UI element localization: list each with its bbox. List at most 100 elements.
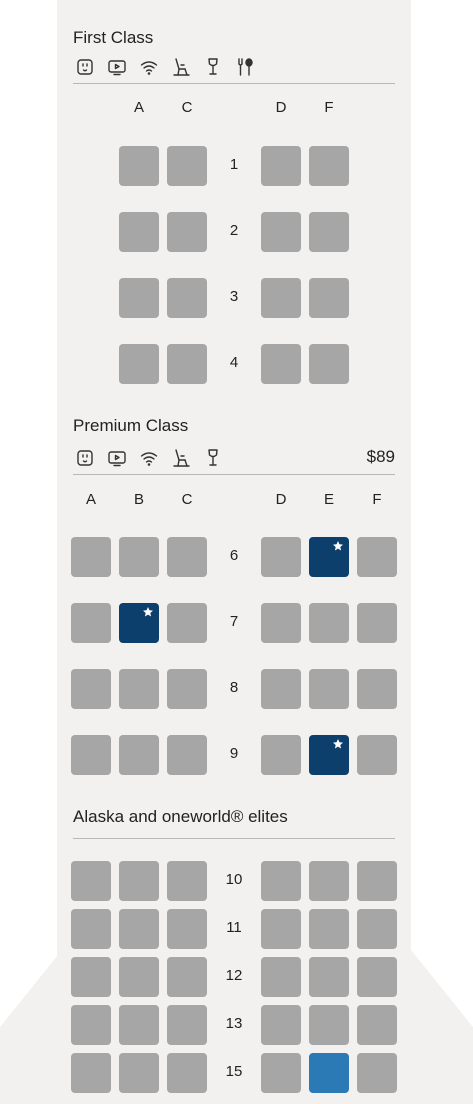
recline-seat-icon (170, 56, 192, 78)
seat-7d[interactable] (261, 603, 301, 643)
seat-11f[interactable] (357, 909, 397, 949)
tv-icon (106, 447, 128, 469)
seat-11b[interactable] (119, 909, 159, 949)
column-label-d: D (275, 491, 287, 508)
seat-12f[interactable] (357, 957, 397, 997)
seat-13d[interactable] (261, 1005, 301, 1045)
seat-1f[interactable] (309, 146, 349, 186)
seat-15d[interactable] (261, 1053, 301, 1093)
seat-15a[interactable] (71, 1053, 111, 1093)
seat-10b[interactable] (119, 861, 159, 901)
column-label-e: E (323, 491, 334, 508)
seat-10e[interactable] (309, 861, 349, 901)
right-wing (411, 950, 473, 1104)
seat-12c[interactable] (167, 957, 207, 997)
seat-6c[interactable] (167, 537, 207, 577)
seat-2a[interactable] (119, 212, 159, 252)
seat-4c[interactable] (167, 344, 207, 384)
seat-4f[interactable] (309, 344, 349, 384)
wifi-icon (138, 447, 160, 469)
seat-9b[interactable] (119, 735, 159, 775)
seat-3c[interactable] (167, 278, 207, 318)
row-number-10: 10 (225, 871, 243, 888)
seat-8b[interactable] (119, 669, 159, 709)
seat-10f[interactable] (357, 861, 397, 901)
seat-2c[interactable] (167, 212, 207, 252)
column-label-f: F (372, 491, 382, 508)
seat-6f[interactable] (357, 537, 397, 577)
seat-9d[interactable] (261, 735, 301, 775)
seat-9a[interactable] (71, 735, 111, 775)
seat-6e[interactable] (309, 537, 349, 577)
row-number-11: 11 (226, 919, 242, 936)
seat-8f[interactable] (357, 669, 397, 709)
seat-12b[interactable] (119, 957, 159, 997)
seat-2d[interactable] (261, 212, 301, 252)
seat-13b[interactable] (119, 1005, 159, 1045)
seat-15b[interactable] (119, 1053, 159, 1093)
seat-11d[interactable] (261, 909, 301, 949)
seat-11c[interactable] (167, 909, 207, 949)
seat-7e[interactable] (309, 603, 349, 643)
seat-10c[interactable] (167, 861, 207, 901)
seat-6d[interactable] (261, 537, 301, 577)
seat-6a[interactable] (71, 537, 111, 577)
row-number-8: 8 (229, 679, 239, 696)
star-icon (333, 541, 343, 551)
column-label-f: F (324, 99, 334, 116)
seat-8d[interactable] (261, 669, 301, 709)
seat-9c[interactable] (167, 735, 207, 775)
seat-2f[interactable] (309, 212, 349, 252)
seat-10a[interactable] (71, 861, 111, 901)
seat-7a[interactable] (71, 603, 111, 643)
row-number-13: 13 (225, 1015, 243, 1032)
seat-8c[interactable] (167, 669, 207, 709)
seat-6b[interactable] (119, 537, 159, 577)
star-icon (333, 739, 343, 749)
seat-10d[interactable] (261, 861, 301, 901)
drink-icon (202, 447, 224, 469)
seat-9e[interactable] (309, 735, 349, 775)
recline-seat-icon (170, 447, 192, 469)
seat-12d[interactable] (261, 957, 301, 997)
drink-icon (202, 56, 224, 78)
seat-8e[interactable] (309, 669, 349, 709)
seat-4d[interactable] (261, 344, 301, 384)
first-class-divider (73, 83, 395, 84)
seat-4a[interactable] (119, 344, 159, 384)
column-label-d: D (275, 99, 287, 116)
column-label-b: B (133, 491, 144, 508)
wifi-icon (138, 56, 160, 78)
seat-1a[interactable] (119, 146, 159, 186)
seat-11e[interactable] (309, 909, 349, 949)
seat-9f[interactable] (357, 735, 397, 775)
row-number-7: 7 (229, 613, 239, 630)
seat-1d[interactable] (261, 146, 301, 186)
power-outlet-icon (74, 56, 96, 78)
seat-15f[interactable] (357, 1053, 397, 1093)
star-icon (143, 607, 153, 617)
seat-15c[interactable] (167, 1053, 207, 1093)
seat-7f[interactable] (357, 603, 397, 643)
row-number-4: 4 (229, 354, 239, 371)
seat-11a[interactable] (71, 909, 111, 949)
seat-3a[interactable] (119, 278, 159, 318)
seat-3d[interactable] (261, 278, 301, 318)
seat-12a[interactable] (71, 957, 111, 997)
seat-12e[interactable] (309, 957, 349, 997)
column-label-a: A (85, 491, 96, 508)
seat-13e[interactable] (309, 1005, 349, 1045)
seat-15e[interactable] (309, 1053, 349, 1093)
seat-1c[interactable] (167, 146, 207, 186)
row-number-3: 3 (229, 288, 239, 305)
column-label-c: C (181, 491, 193, 508)
seat-13a[interactable] (71, 1005, 111, 1045)
seat-13c[interactable] (167, 1005, 207, 1045)
seat-7c[interactable] (167, 603, 207, 643)
first-class-title: First Class (73, 28, 154, 47)
seat-7b[interactable] (119, 603, 159, 643)
seat-13f[interactable] (357, 1005, 397, 1045)
seat-3f[interactable] (309, 278, 349, 318)
power-outlet-icon (74, 447, 96, 469)
seat-8a[interactable] (71, 669, 111, 709)
